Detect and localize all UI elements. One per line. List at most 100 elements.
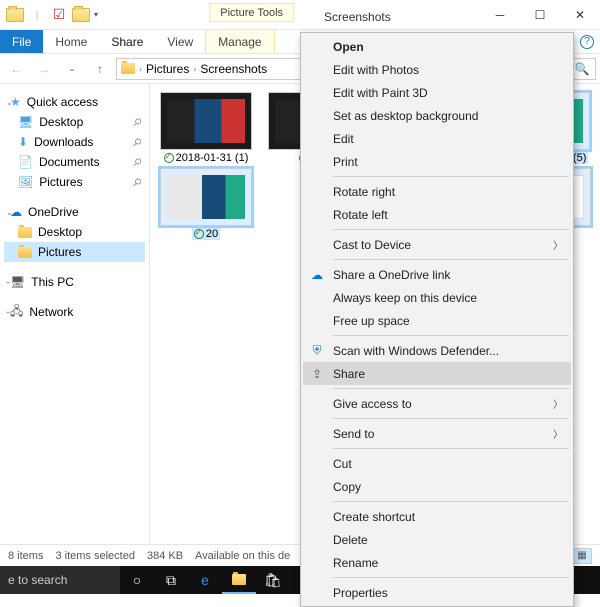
window-title: Screenshots: [324, 10, 391, 24]
ctxm-separator: [333, 448, 569, 449]
ctxm-delete[interactable]: Delete: [303, 528, 571, 551]
nav-od-desktop[interactable]: Desktop: [4, 222, 145, 242]
title-bar: | ☑ ▾ Picture Tools Screenshots ─ ☐ ✕: [0, 0, 600, 30]
ctxm-cast[interactable]: Cast to Device〉: [303, 233, 571, 256]
tab-share[interactable]: Share: [99, 30, 155, 53]
status-item-count: 8 items: [8, 550, 43, 562]
ctxm-create-shortcut[interactable]: Create shortcut: [303, 505, 571, 528]
recent-locations-button[interactable]: ⌄: [60, 57, 84, 81]
sync-icon: [164, 153, 174, 163]
qat-folder-icon[interactable]: [4, 4, 26, 26]
ctxm-cut[interactable]: Cut: [303, 452, 571, 475]
chevron-right-icon: ›: [193, 64, 196, 74]
pin-icon: ⚲: [130, 175, 145, 190]
ctxm-rotate-left[interactable]: Rotate left: [303, 203, 571, 226]
up-button[interactable]: ↑: [88, 57, 112, 81]
ctxm-separator: [333, 388, 569, 389]
status-selected: 3 items selected: [55, 550, 134, 562]
sync-icon: [194, 229, 204, 239]
file-item[interactable]: 2018-01-31 (1): [154, 92, 258, 164]
ctxm-separator: [333, 418, 569, 419]
breadcrumb-level2[interactable]: Screenshots: [200, 62, 267, 76]
ctxm-always-keep[interactable]: Always keep on this device: [303, 286, 571, 309]
edge-icon[interactable]: e: [188, 566, 222, 594]
status-size: 384 KB: [147, 550, 183, 562]
ctxm-separator: [333, 501, 569, 502]
ctxm-defender[interactable]: ⛨Scan with Windows Defender...: [303, 339, 571, 362]
ctxm-rename[interactable]: Rename: [303, 551, 571, 574]
store-icon[interactable]: 🛍: [256, 566, 290, 594]
shield-icon: ⛨: [309, 343, 325, 359]
nav-network[interactable]: ›🖧Network: [4, 302, 145, 322]
ctxm-edit[interactable]: Edit: [303, 127, 571, 150]
nav-downloads[interactable]: ⬇Downloads⚲: [4, 132, 145, 152]
chevron-right-icon: ›: [139, 64, 142, 74]
folder-icon: [18, 227, 32, 238]
nav-desktop[interactable]: 🖥Desktop⚲: [4, 112, 145, 132]
thumbnail: [160, 92, 252, 150]
file-explorer-icon[interactable]: [222, 566, 256, 594]
nav-documents[interactable]: 📄Documents⚲: [4, 152, 145, 172]
nav-onedrive[interactable]: ⌄☁OneDrive: [4, 202, 145, 222]
file-item[interactable]: 20: [154, 168, 258, 240]
onedrive-icon: ☁: [309, 267, 325, 283]
context-menu: Open Edit with Photos Edit with Paint 3D…: [300, 32, 574, 607]
ctxm-share[interactable]: ⇪Share: [303, 362, 571, 385]
maximize-button[interactable]: ☐: [520, 0, 560, 30]
ctxm-set-background[interactable]: Set as desktop background: [303, 104, 571, 127]
qat-new-folder-icon[interactable]: [70, 4, 92, 26]
folder-icon: [18, 247, 32, 258]
pin-icon: ⚲: [130, 155, 145, 170]
status-availability: Available on this de: [195, 550, 290, 562]
chevron-down-icon[interactable]: ▾: [94, 10, 98, 19]
chevron-right-icon: 〉: [553, 426, 563, 441]
contextual-group-label: Picture Tools: [220, 7, 283, 19]
qat-properties-icon[interactable]: ☑: [48, 4, 70, 26]
back-button[interactable]: ←: [4, 57, 28, 81]
ctxm-open[interactable]: Open: [303, 35, 571, 58]
nav-pictures[interactable]: 🖼Pictures⚲: [4, 172, 145, 192]
forward-button[interactable]: →: [32, 57, 56, 81]
ctxm-separator: [333, 229, 569, 230]
ctxm-copy[interactable]: Copy: [303, 475, 571, 498]
cortana-icon[interactable]: ○: [120, 566, 154, 594]
share-icon: ⇪: [309, 366, 325, 382]
window-controls: ─ ☐ ✕: [480, 0, 600, 30]
ctxm-print[interactable]: Print: [303, 150, 571, 173]
tab-home[interactable]: Home: [43, 30, 99, 53]
title-center: Picture Tools Screenshots: [209, 5, 390, 24]
pin-icon: ⚲: [130, 135, 145, 150]
tab-manage[interactable]: Manage: [205, 30, 274, 53]
nav-this-pc[interactable]: ›🖥This PC: [4, 272, 145, 292]
tab-file[interactable]: File: [0, 30, 43, 53]
nav-od-pictures[interactable]: Pictures: [4, 242, 145, 262]
ctxm-edit-photos[interactable]: Edit with Photos: [303, 58, 571, 81]
close-button[interactable]: ✕: [560, 0, 600, 30]
folder-icon: [121, 63, 135, 74]
thumbnail: [160, 168, 252, 226]
ctxm-properties[interactable]: Properties: [303, 581, 571, 604]
ctxm-separator: [333, 335, 569, 336]
ctxm-separator: [333, 577, 569, 578]
chevron-right-icon: 〉: [553, 237, 563, 252]
ctxm-give-access[interactable]: Give access to〉: [303, 392, 571, 415]
ctxm-free-space[interactable]: Free up space: [303, 309, 571, 332]
ctxm-send-to[interactable]: Send to〉: [303, 422, 571, 445]
quick-access-toolbar: | ☑ ▾: [0, 4, 98, 26]
qat-separator: |: [26, 4, 48, 26]
ctxm-share-onedrive[interactable]: ☁Share a OneDrive link: [303, 263, 571, 286]
navigation-pane: ⌄★Quick access 🖥Desktop⚲ ⬇Downloads⚲ 📄Do…: [0, 84, 150, 564]
task-view-icon[interactable]: ⧉: [154, 566, 188, 594]
thumbnails-view-button[interactable]: ▦: [572, 548, 592, 564]
nav-quick-access[interactable]: ⌄★Quick access: [4, 92, 145, 112]
breadcrumb-level1[interactable]: Pictures: [146, 62, 189, 76]
pin-icon: ⚲: [130, 115, 145, 130]
taskbar-search[interactable]: e to search: [0, 566, 120, 594]
ctxm-separator: [333, 259, 569, 260]
help-icon[interactable]: ?: [580, 35, 594, 49]
ctxm-edit-paint3d[interactable]: Edit with Paint 3D: [303, 81, 571, 104]
tab-view[interactable]: View: [155, 30, 205, 53]
ctxm-rotate-right[interactable]: Rotate right: [303, 180, 571, 203]
minimize-button[interactable]: ─: [480, 0, 520, 30]
chevron-right-icon: 〉: [553, 396, 563, 411]
